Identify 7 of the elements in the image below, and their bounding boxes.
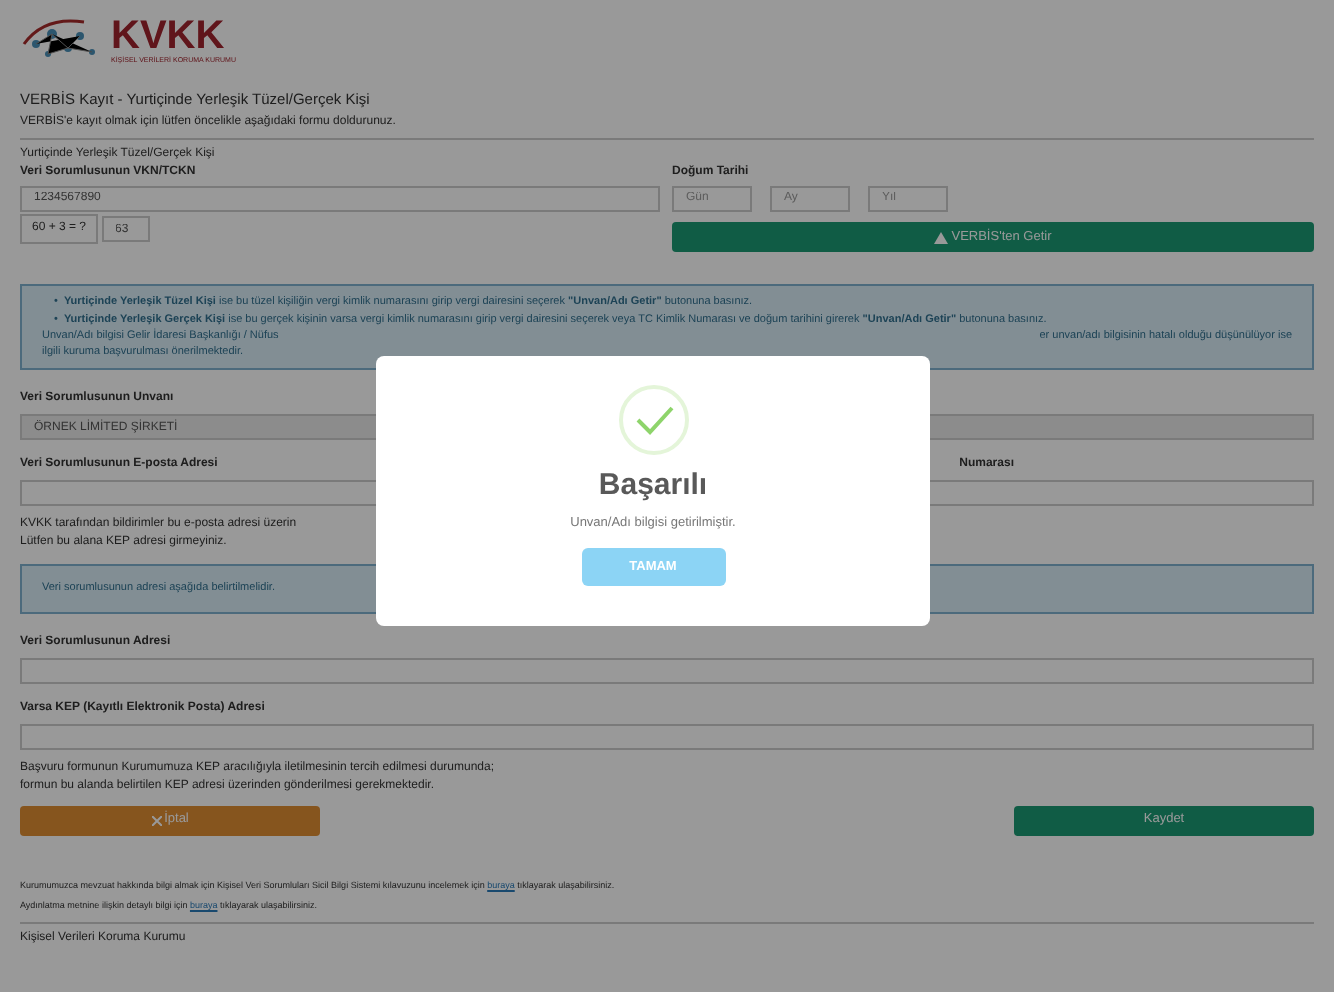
modal-title: Başarılı xyxy=(596,466,710,506)
success-check-icon xyxy=(617,384,689,456)
close-icon xyxy=(151,815,162,825)
warning-icon xyxy=(934,231,949,244)
kep-input-field[interactable] xyxy=(20,723,1314,749)
address-input-field[interactable] xyxy=(20,657,1314,683)
logo-text: KVKK xyxy=(111,16,225,56)
